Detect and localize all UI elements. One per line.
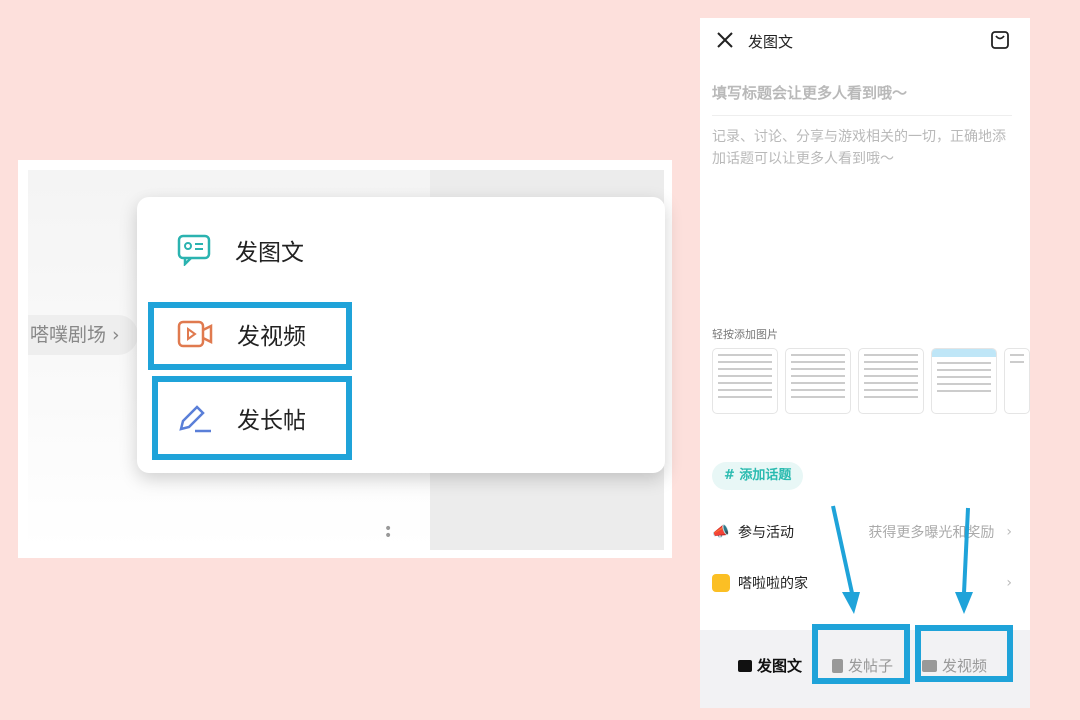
left-screenshot-panel: 嗒噗剧场 › • • 发图文 发视频 发长帖: [18, 160, 672, 558]
highlight-box: [152, 376, 352, 460]
right-screenshot-panel: 发图文 填写标题会让更多人看到哦～ 记录、讨论、分享与游戏相关的一切，正确地添加…: [700, 18, 1030, 708]
highlight-box: [148, 302, 352, 370]
menu-label: 发图文: [235, 240, 304, 266]
theater-chip[interactable]: 嗒噗剧场 ›: [28, 315, 138, 355]
more-dots-icon[interactable]: • •: [384, 522, 392, 543]
arrow-annotations: [831, 505, 973, 614]
menu-item-image-text[interactable]: 发图文: [177, 233, 304, 267]
image-text-icon: [177, 234, 211, 266]
